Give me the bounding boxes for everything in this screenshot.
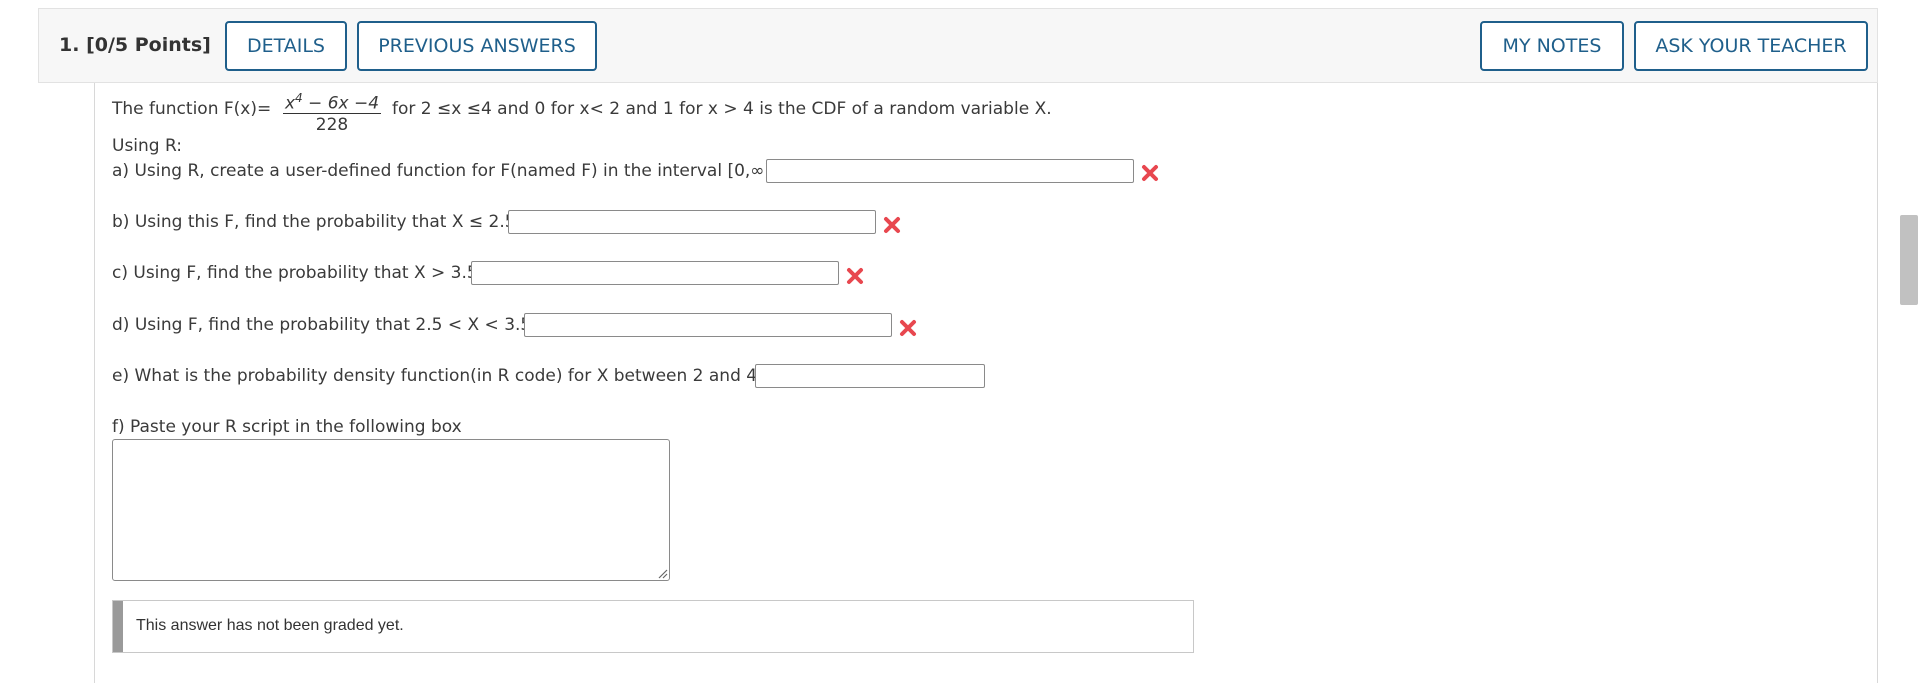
question-points: [0/5 Points] — [86, 34, 211, 56]
x-mark-icon — [884, 217, 900, 233]
part-c-label: c) Using F, find the probability that X … — [112, 263, 478, 283]
question-header: 1. [0/5 Points] DETAILS PREVIOUS ANSWERS… — [38, 8, 1878, 83]
r-script-textarea[interactable] — [112, 439, 670, 581]
part-b-answer-input[interactable] — [508, 210, 876, 234]
page-scrollbar-thumb[interactable] — [1900, 215, 1918, 305]
part-f-label: f) Paste your R script in the following … — [112, 417, 462, 437]
ask-your-teacher-button[interactable]: ASK YOUR TEACHER — [1634, 21, 1868, 71]
x-mark-icon — [900, 320, 916, 336]
grading-status-message: This answer has not been graded yet. — [136, 617, 404, 634]
part-b-label: b) Using this F, find the probability th… — [112, 212, 516, 232]
fraction-bar — [283, 113, 381, 114]
function-intro-prefix: The function F(x)= — [112, 99, 272, 119]
part-a-label: a) Using R, create a user-defined functi… — [112, 161, 777, 181]
part-c-answer-input[interactable] — [471, 261, 839, 285]
cdf-fraction: x4 − 6x −4 228 — [280, 91, 384, 135]
my-notes-button[interactable]: MY NOTES — [1480, 21, 1624, 71]
previous-answers-button[interactable]: PREVIOUS ANSWERS — [357, 21, 597, 71]
question-number: 1. — [59, 34, 80, 56]
part-e-answer-input[interactable] — [755, 364, 985, 388]
details-button[interactable]: DETAILS — [225, 21, 347, 71]
x-mark-icon — [1142, 165, 1158, 181]
part-a-answer-input[interactable] — [766, 159, 1134, 183]
part-d-label: d) Using F, find the probability that 2.… — [112, 315, 532, 335]
fraction-numerator: x4 − 6x −4 — [284, 91, 380, 114]
fraction-denominator: 228 — [315, 115, 349, 135]
using-r-label: Using R: — [112, 136, 183, 156]
part-e-label: e) What is the probability density funct… — [112, 366, 772, 386]
question-title: 1. [0/5 Points] — [59, 34, 211, 56]
grading-status-stripe — [113, 601, 123, 652]
resize-handle-icon[interactable] — [656, 567, 668, 579]
x-mark-icon — [847, 268, 863, 284]
part-d-answer-input[interactable] — [524, 313, 892, 337]
function-intro-suffix: for 2 ≤x ≤4 and 0 for x< 2 and 1 for x >… — [392, 99, 1052, 119]
grading-status-box: This answer has not been graded yet. — [112, 600, 1194, 653]
